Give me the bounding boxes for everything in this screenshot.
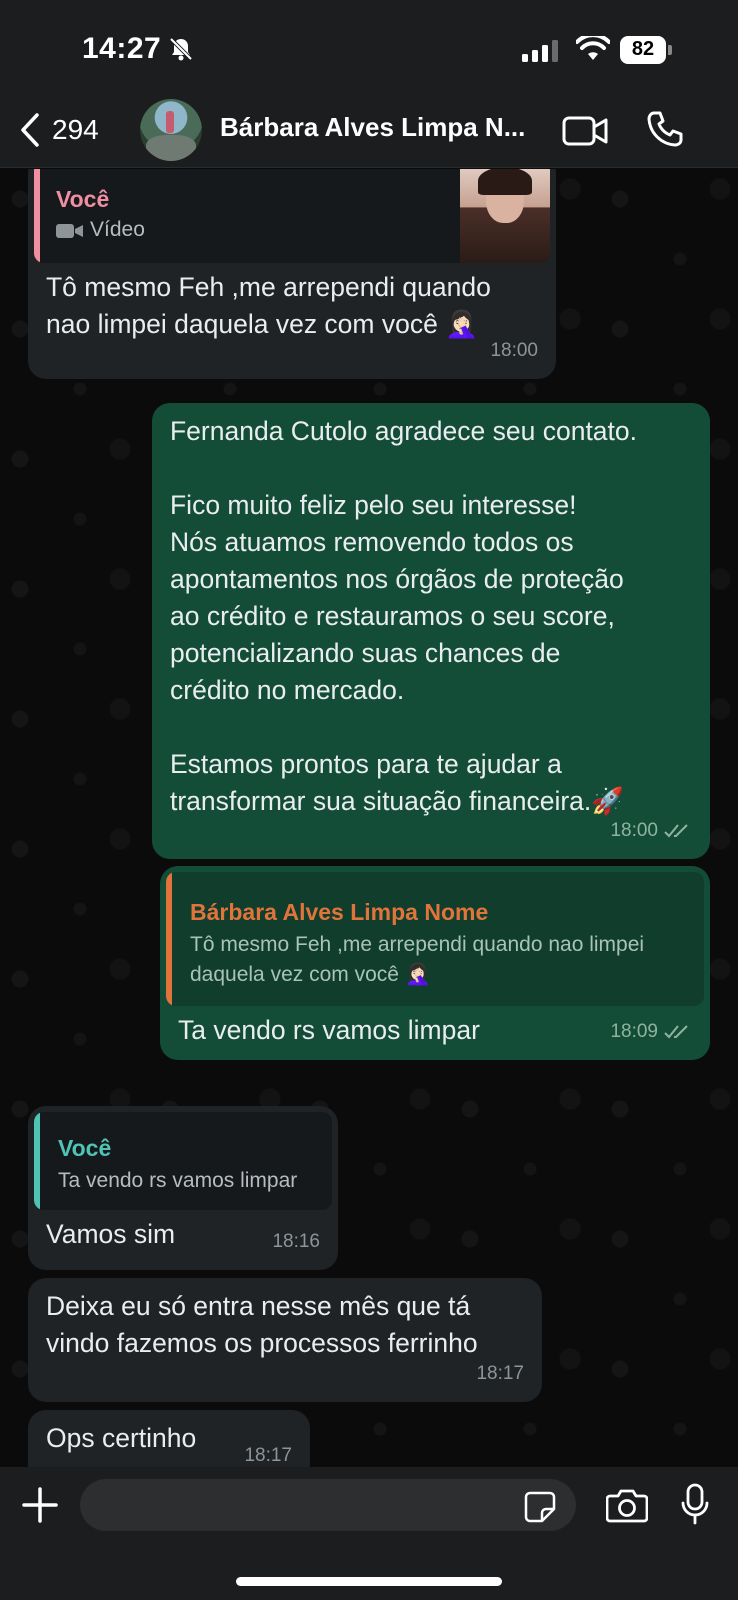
double-check-icon	[664, 823, 688, 837]
video-camera-icon	[56, 224, 83, 238]
quoted-message[interactable]: Você Ta vendo rs vamos limpar	[34, 1112, 332, 1210]
message-timestamp: 18:17	[244, 1445, 292, 1466]
quoted-message[interactable]: Bárbara Alves Limpa Nome Tô mesmo Feh ,m…	[166, 872, 704, 1006]
wifi-icon	[576, 36, 610, 60]
quote-author: Você	[56, 186, 110, 212]
quote-text: Ta vendo rs vamos limpar	[58, 1169, 298, 1192]
home-indicator	[236, 1577, 502, 1586]
message-text-line: nao limpei daquela vez com você 🤦🏻‍♀️	[46, 309, 479, 339]
camera-icon[interactable]	[606, 1487, 648, 1523]
message-text-line: transformar sua situação financeira.🚀	[170, 786, 625, 816]
message-text-line	[170, 709, 637, 746]
message-timestamp: 18:16	[272, 1231, 320, 1252]
back-button[interactable]: 294	[18, 108, 99, 152]
cellular-signal-icon	[522, 40, 558, 62]
microphone-icon[interactable]	[680, 1483, 710, 1525]
phone-call-icon[interactable]	[646, 110, 684, 148]
sticker-icon[interactable]	[524, 1491, 556, 1523]
message-text-line: Deixa eu só entra nesse mês que tá	[46, 1291, 471, 1321]
message-text-line	[170, 450, 637, 487]
message-text-line: ao crédito e restauramos o seu score,	[170, 601, 615, 631]
quote-author: Você	[58, 1135, 112, 1161]
bell-off-icon	[169, 37, 193, 61]
message-text-line: potencializando suas chances de	[170, 638, 561, 668]
message-text-line: crédito no mercado.	[170, 675, 405, 705]
chat-header: 294 Bárbara Alves Limpa N...	[0, 92, 738, 168]
quote-text-line: Tô mesmo Feh ,me arrependi quando nao li…	[190, 933, 645, 956]
plus-icon[interactable]	[22, 1487, 58, 1523]
message-input[interactable]	[80, 1479, 576, 1531]
quote-author: Bárbara Alves Limpa Nome	[190, 899, 489, 925]
message-text-line: apontamentos nos órgãos de proteção	[170, 564, 624, 594]
composer-bar	[0, 1467, 738, 1600]
message-outgoing[interactable]: Fernanda Cutolo agradece seu contato. Fi…	[152, 403, 710, 859]
double-check-icon	[664, 1024, 688, 1038]
unread-count: 294	[52, 114, 99, 145]
video-thumbnail[interactable]	[460, 169, 550, 263]
message-incoming[interactable]: Você Vídeo Tô mesmo Feh ,me arrependi qu…	[28, 169, 556, 379]
message-text: Ta vendo rs vamos limpar	[178, 1015, 480, 1045]
message-body: Fernanda Cutolo agradece seu contato. Fi…	[170, 413, 637, 820]
quote-media-label: Vídeo	[90, 218, 145, 241]
contact-name[interactable]: Bárbara Alves Limpa N...	[220, 112, 540, 143]
message-text-line: Nós atuamos removendo todos os	[170, 527, 574, 557]
chat-area[interactable]: Você Vídeo Tô mesmo Feh ,me arrependi qu…	[0, 169, 738, 1467]
battery-level: 82	[631, 38, 655, 60]
message-timestamp: 18:00	[490, 340, 538, 361]
quote-text-line: daquela vez com você 🤦🏻‍♀️	[190, 963, 431, 986]
message-text-line: Tô mesmo Feh ,me arrependi quando	[46, 272, 491, 302]
chevron-left-icon	[21, 113, 39, 147]
avatar[interactable]	[140, 99, 202, 161]
message-text-line: vindo fazemos os processos ferrinho	[46, 1328, 478, 1358]
message-timestamp: 18:09	[610, 1013, 692, 1050]
message-text-line: Fico muito feliz pelo seu interesse!	[170, 490, 577, 520]
message-timestamp: 18:00	[610, 812, 692, 849]
message-text-line: Estamos prontos para te ajudar a	[170, 749, 562, 779]
message-text-line: Fernanda Cutolo agradece seu contato.	[170, 416, 638, 446]
video-call-icon[interactable]	[562, 114, 608, 148]
quoted-message[interactable]: Você Vídeo	[34, 169, 550, 263]
status-bar: 14:27 82	[0, 0, 738, 92]
message-incoming[interactable]: Você Ta vendo rs vamos limpar Vamos sim …	[28, 1106, 338, 1270]
message-text: Vamos sim	[46, 1219, 176, 1249]
clock: 14:27	[82, 32, 162, 65]
message-outgoing[interactable]: Bárbara Alves Limpa Nome Tô mesmo Feh ,m…	[160, 866, 710, 1060]
message-incoming[interactable]: Ops certinho 18:17	[28, 1410, 310, 1467]
battery-indicator: 82	[620, 36, 672, 64]
message-text: Ops certinho	[46, 1423, 197, 1453]
message-incoming[interactable]: Deixa eu só entra nesse mês que tá vindo…	[28, 1278, 542, 1402]
message-timestamp: 18:17	[476, 1363, 524, 1384]
